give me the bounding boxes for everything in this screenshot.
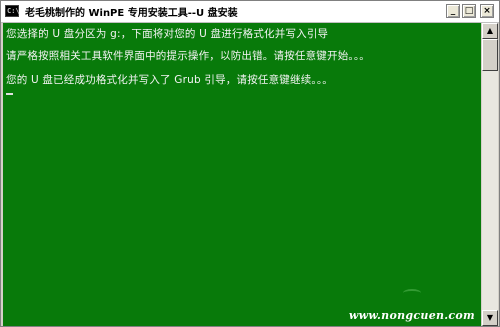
- watermark-text: www.nongcuen.com: [348, 309, 475, 322]
- console-line-3: 您的 U 盘已经成功格式化并写入了 Grub 引导，请按任意键继续。。。: [6, 74, 334, 86]
- console-output[interactable]: 您选择的 U 盘分区为 g:，下面将对您的 U 盘进行格式化并写入引导 请严格按…: [3, 23, 481, 326]
- console-line-2: 请严格按照相关工具软件界面中的提示操作，以防出错。请按任意键开始。。。: [6, 50, 370, 62]
- vertical-scrollbar[interactable]: ▲ ▼: [482, 23, 498, 326]
- title-bar[interactable]: C:\ 老毛桃制作的 WinPE 专用安装工具--U 盘安装 _ □ ×: [1, 1, 499, 23]
- cmd-icon[interactable]: C:\: [5, 5, 20, 17]
- window-title: 老毛桃制作的 WinPE 专用安装工具--U 盘安装: [25, 8, 238, 19]
- watermark-logo: [403, 289, 421, 297]
- scroll-thumb[interactable]: [482, 39, 498, 71]
- scroll-up-button[interactable]: ▲: [482, 23, 498, 39]
- scroll-down-button[interactable]: ▼: [482, 310, 498, 326]
- console-line-1: 您选择的 U 盘分区为 g:，下面将对您的 U 盘进行格式化并写入引导: [6, 28, 329, 40]
- close-button[interactable]: ×: [480, 4, 494, 18]
- console-window: C:\ 老毛桃制作的 WinPE 专用安装工具--U 盘安装 _ □ × 您选择…: [0, 0, 500, 327]
- maximize-button[interactable]: □: [462, 4, 476, 18]
- text-cursor: [6, 93, 13, 95]
- minimize-button[interactable]: _: [446, 4, 460, 18]
